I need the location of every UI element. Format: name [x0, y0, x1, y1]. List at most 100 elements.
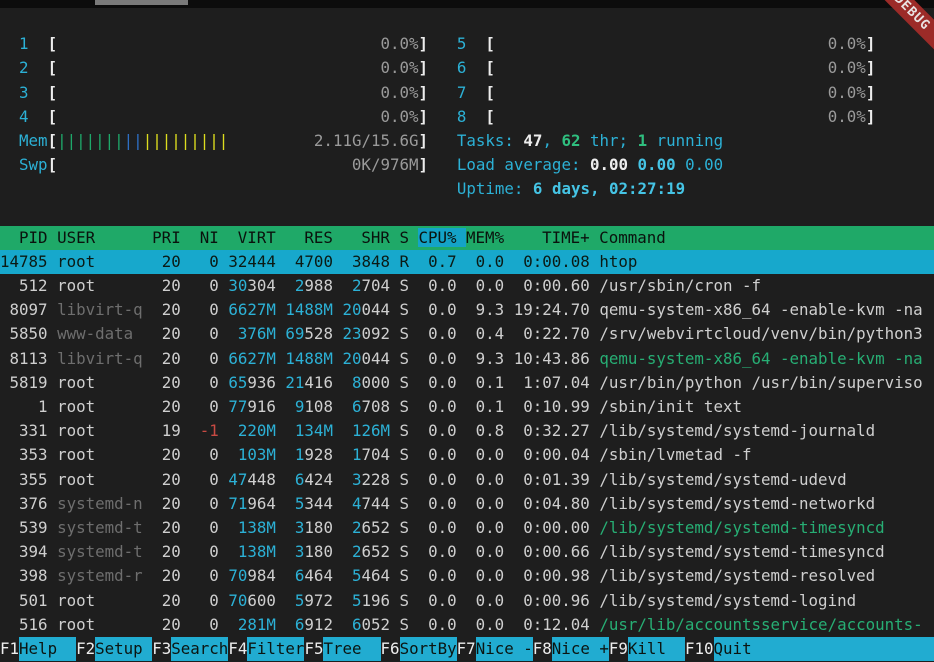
command-cell: /lib/systemd/systemd-timesyncd — [599, 542, 884, 561]
cpu-percent-cell: 0.0 — [419, 445, 467, 464]
fkey-f3[interactable]: F3Search — [152, 637, 228, 661]
process-row[interactable]: 398 systemd-r 20 0 70984 6464 5464 S 0.0… — [0, 564, 934, 588]
process-row[interactable]: 1 root 20 0 77916 9108 6708 S 0.0 0.1 0:… — [0, 395, 934, 419]
process-row[interactable]: 394 systemd-t 20 0 138M 3180 2652 S 0.0 … — [0, 540, 934, 564]
meter-open-bracket: [ — [485, 107, 495, 126]
sort-column-header[interactable]: CPU% — [418, 228, 466, 247]
priority-cell: 20 — [152, 300, 190, 319]
mem-meter: Mem[|||||||||||||||||| 2.11G/15.6G] — [0, 129, 438, 153]
fkey-action-label: Nice - — [476, 637, 533, 661]
time-cell: 0:01.39 — [514, 470, 600, 489]
fkey-f7[interactable]: F7Nice - — [457, 637, 533, 661]
shr-cell: 2 — [352, 518, 362, 537]
nice-cell: -1 — [190, 421, 219, 440]
fkey-f1[interactable]: F1Help — [0, 637, 76, 661]
mem-percent-cell: 9.3 — [466, 300, 514, 319]
process-row[interactable]: 501 root 20 0 70600 5972 5196 S 0.0 0.0 … — [0, 589, 934, 613]
state-cell: S — [400, 470, 419, 489]
header-columns: MEM% TIME+ Command — [466, 228, 666, 247]
process-row[interactable]: 376 systemd-n 20 0 71964 5344 4744 S 0.0… — [0, 492, 934, 516]
process-row[interactable]: 5850 www-data 20 0 376M 69528 23092 S 0.… — [0, 322, 934, 346]
process-row[interactable]: 14785 root 20 0 32444 4700 3848 R 0.7 0.… — [0, 250, 934, 274]
process-row[interactable]: 8097 libvirt-q 20 0 6627M 1488M 20044 S … — [0, 298, 934, 322]
res-cell: 5 — [295, 591, 305, 610]
res-cell: 6 — [295, 470, 305, 489]
user-cell: root — [57, 421, 143, 440]
mem-percent-cell: 0.0 — [466, 591, 514, 610]
fkey-f6[interactable]: F6SortBy — [381, 637, 457, 661]
command-cell: /sbin/init text — [599, 397, 742, 416]
meter-open-bracket: [ — [48, 58, 58, 77]
scrollbar-handle[interactable] — [95, 0, 188, 5]
state-cell: S — [400, 349, 419, 368]
shr-cell: 3 — [352, 470, 362, 489]
cpu-meter-6: 6 [ 0.0%] — [438, 56, 934, 80]
priority-cell: 20 — [152, 542, 190, 561]
cpu-percent-cell: 0.0 — [419, 349, 467, 368]
res-cell: 3 — [295, 542, 305, 561]
shr-cell: 20 — [342, 349, 361, 368]
mem-percent-cell: 0.0 — [466, 252, 514, 271]
priority-cell: 20 — [152, 445, 190, 464]
process-row[interactable]: 512 root 20 0 30304 2988 2704 S 0.0 0.0 … — [0, 274, 934, 298]
meter-close-bracket: ] — [419, 107, 429, 126]
pid-cell: 8113 — [0, 349, 57, 368]
process-row[interactable]: 5819 root 20 0 65936 21416 8000 S 0.0 0.… — [0, 371, 934, 395]
process-row[interactable]: 353 root 20 0 103M 1928 1704 S 0.0 0.0 0… — [0, 443, 934, 467]
virt-cell: 65 — [228, 373, 247, 392]
command-cell: /sbin/lvmetad -f — [599, 445, 751, 464]
res-cell: 6 — [295, 615, 305, 634]
fkey-action-label: Nice + — [552, 637, 609, 661]
fkey-action-label: Tree — [323, 637, 380, 661]
fkey-f8[interactable]: F8Nice + — [533, 637, 609, 661]
mem-percent-cell: 0.0 — [466, 470, 514, 489]
cpu-meter-id: 4 — [19, 107, 29, 126]
tasks-count: 47 — [523, 131, 542, 150]
process-row[interactable]: 355 root 20 0 47448 6424 3228 S 0.0 0.0 … — [0, 468, 934, 492]
fkey-f4[interactable]: F4Filter — [228, 637, 304, 661]
pid-cell: 8097 — [0, 300, 57, 319]
mem-bar-fill-yellow: ||||||||| — [143, 131, 229, 150]
uptime: Uptime: 6 days, 02:27:19 — [438, 177, 934, 201]
state-cell: S — [400, 591, 419, 610]
cpu-percent-cell: 0.0 — [419, 518, 467, 537]
res-cell: 21 — [285, 373, 304, 392]
fkey-f5[interactable]: F5Tree — [304, 637, 380, 661]
command-cell: /srv/webvirtcloud/venv/bin/python3 — [599, 324, 922, 343]
process-row[interactable]: 539 systemd-t 20 0 138M 3180 2652 S 0.0 … — [0, 516, 934, 540]
swap-meter-label: Swp — [19, 155, 48, 174]
fkey-action-label: Quit — [714, 637, 934, 661]
user-cell: root — [57, 591, 143, 610]
state-cell: S — [400, 421, 419, 440]
fkey-f2[interactable]: F2Setup — [76, 637, 152, 661]
blank-line — [0, 202, 934, 226]
meter-close-bracket: ] — [419, 58, 429, 77]
cpu-meter-value: 0.0% — [495, 34, 866, 53]
process-row[interactable]: 8113 libvirt-q 20 0 6627M 1488M 20044 S … — [0, 347, 934, 371]
meter-close-bracket: ] — [419, 155, 429, 174]
mem-percent-cell: 0.0 — [466, 615, 514, 634]
command-cell: /lib/systemd/systemd-resolved — [599, 566, 875, 585]
fkey-f10[interactable]: F10Quit — [685, 637, 934, 661]
mem-percent-cell: 0.0 — [466, 566, 514, 585]
user-cell: root — [57, 276, 143, 295]
cpu-meter-id: 1 — [19, 34, 29, 53]
command-cell: /usr/bin/python /usr/bin/superviso — [599, 373, 922, 392]
meter-close-bracket: ] — [866, 34, 876, 53]
fkey-label: F9 — [609, 637, 628, 661]
pid-cell: 516 — [0, 615, 57, 634]
state-cell: S — [400, 324, 419, 343]
nice-cell: 0 — [190, 542, 219, 561]
fkey-action-label: Kill — [628, 637, 685, 661]
process-table-header[interactable]: PID USER PRI NI VIRT RES SHR S CPU% MEM%… — [0, 226, 934, 250]
cpu-meter-2: 2 [ 0.0%] — [0, 56, 438, 80]
process-row[interactable]: 331 root 19 -1 220M 134M 126M S 0.0 0.8 … — [0, 419, 934, 443]
virt-cell: 138M — [238, 542, 276, 561]
priority-cell: 20 — [152, 591, 190, 610]
swap-meter-value: 0K/976M — [352, 155, 419, 174]
process-table: 14785 root 20 0 32444 4700 3848 R 0.7 0.… — [0, 250, 934, 637]
fkey-f9[interactable]: F9Kill — [609, 637, 685, 661]
shr-cell: 20 — [342, 300, 361, 319]
cpu-meter-1: 1 [ 0.0%] — [0, 32, 438, 56]
process-row[interactable]: 516 root 20 0 281M 6912 6052 S 0.0 0.0 0… — [0, 613, 934, 637]
